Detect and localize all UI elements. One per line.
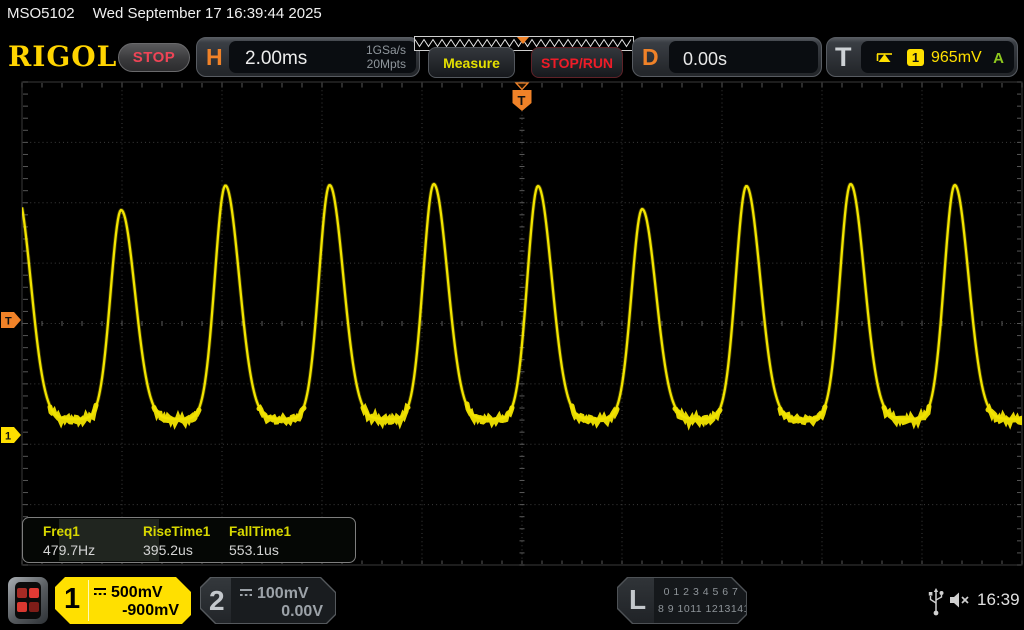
logic-channels-block[interactable]: L 0 1 2 3 4 5 6 7 8 9 1011 12131415: [617, 577, 747, 624]
trigger-inner: 1 965mV A: [861, 41, 1014, 73]
trigger-position-arrow-icon: [516, 83, 528, 90]
channel-1-position-marker: [1, 427, 21, 443]
measurement-value: 479.7Hz: [43, 542, 95, 558]
memory-depth: 20Mpts: [366, 57, 406, 71]
trigger-label: T: [835, 42, 852, 73]
markers: T 1 T: [1, 83, 532, 443]
sample-rate: 1GSa/s: [366, 43, 406, 57]
channel-1-block[interactable]: 1 500mV -900mV: [55, 577, 191, 624]
graticule: [22, 82, 1022, 565]
channel-2-scale: 100mV: [239, 585, 309, 603]
overview-trigger-position-icon: [517, 37, 529, 44]
dc-coupling-icon: [93, 587, 107, 596]
menu-button[interactable]: [8, 577, 48, 624]
logic-label: L: [629, 584, 646, 616]
trigger-source-badge: 1: [907, 49, 924, 66]
measurement-label: RiseTime1: [143, 524, 210, 539]
logic-values-background: [654, 578, 746, 623]
trigger-mode: A: [993, 50, 1004, 67]
measurement-value: 395.2us: [143, 542, 193, 558]
delay-label: D: [642, 44, 659, 71]
trigger-block[interactable]: T 1 965mV A: [826, 37, 1018, 77]
logic-channels-row1: 0 1 2 3 4 5 6 7: [658, 586, 744, 598]
delay-value: 0.00s: [683, 49, 727, 70]
channel-1-offset: -900mV: [122, 602, 179, 620]
svg-text:T: T: [518, 93, 526, 108]
channel-2-body: 2 100mV 0.00V: [201, 578, 335, 623]
delay-block[interactable]: D 0.00s: [632, 37, 822, 77]
delay-inner: 0.00s: [669, 41, 818, 73]
oscilloscope-screen: MSO5102 Wed September 17 16:39:44 2025 R…: [0, 0, 1024, 630]
edge-trigger-slope-icon: [875, 50, 895, 66]
logic-body: L 0 1 2 3 4 5 6 7 8 9 1011 12131415: [618, 578, 746, 623]
divider: [88, 580, 89, 621]
measurement-value: 553.1us: [229, 542, 279, 558]
usb-icon: [928, 587, 944, 617]
channel-2-number: 2: [209, 585, 225, 617]
datetime: Wed September 17 16:39:44 2025: [93, 5, 322, 22]
titlebar: MSO5102 Wed September 17 16:39:44 2025: [7, 5, 322, 22]
channel-2-block[interactable]: 2 100mV 0.00V: [200, 577, 336, 624]
menu-grid-icon: [15, 582, 41, 619]
measure-button[interactable]: Measure: [428, 47, 515, 78]
logic-channels-row2: 8 9 1011 12131415: [658, 603, 744, 615]
acquisition-info: 1GSa/s 20Mpts: [366, 43, 406, 71]
trigger-position-badge: [513, 90, 532, 111]
channel-1-trace: [22, 184, 1022, 423]
speaker-muted-icon[interactable]: [949, 590, 971, 610]
channel-2-offset: 0.00V: [281, 603, 323, 621]
status-clock: 16:39: [977, 590, 1020, 610]
svg-text:T: T: [5, 316, 12, 328]
horizontal-inner: 2.00ms 1GSa/s 20Mpts: [229, 41, 416, 73]
horizontal-label: H: [206, 44, 223, 71]
measurement-label: FallTime1: [229, 524, 291, 539]
dc-coupling-icon: [239, 588, 253, 597]
measurement-label: Freq1: [43, 524, 80, 539]
run-state-badge: STOP: [118, 43, 190, 72]
trigger-level-value: 965mV: [931, 49, 982, 67]
horizontal-block[interactable]: H 2.00ms 1GSa/s 20Mpts: [196, 37, 420, 77]
channel-1-scale: 500mV: [93, 584, 163, 602]
trigger-level-marker: [1, 312, 21, 328]
channel-1-number: 1: [64, 583, 80, 616]
model-name: MSO5102: [7, 5, 75, 22]
measurement-panel[interactable]: Freq1 479.7Hz RiseTime1 395.2us FallTime…: [22, 517, 356, 563]
timebase-value: 2.00ms: [245, 48, 307, 70]
rigol-logo: RIGOL: [8, 40, 117, 73]
svg-text:1: 1: [5, 431, 11, 443]
stop-run-button[interactable]: STOP/RUN: [531, 47, 623, 78]
